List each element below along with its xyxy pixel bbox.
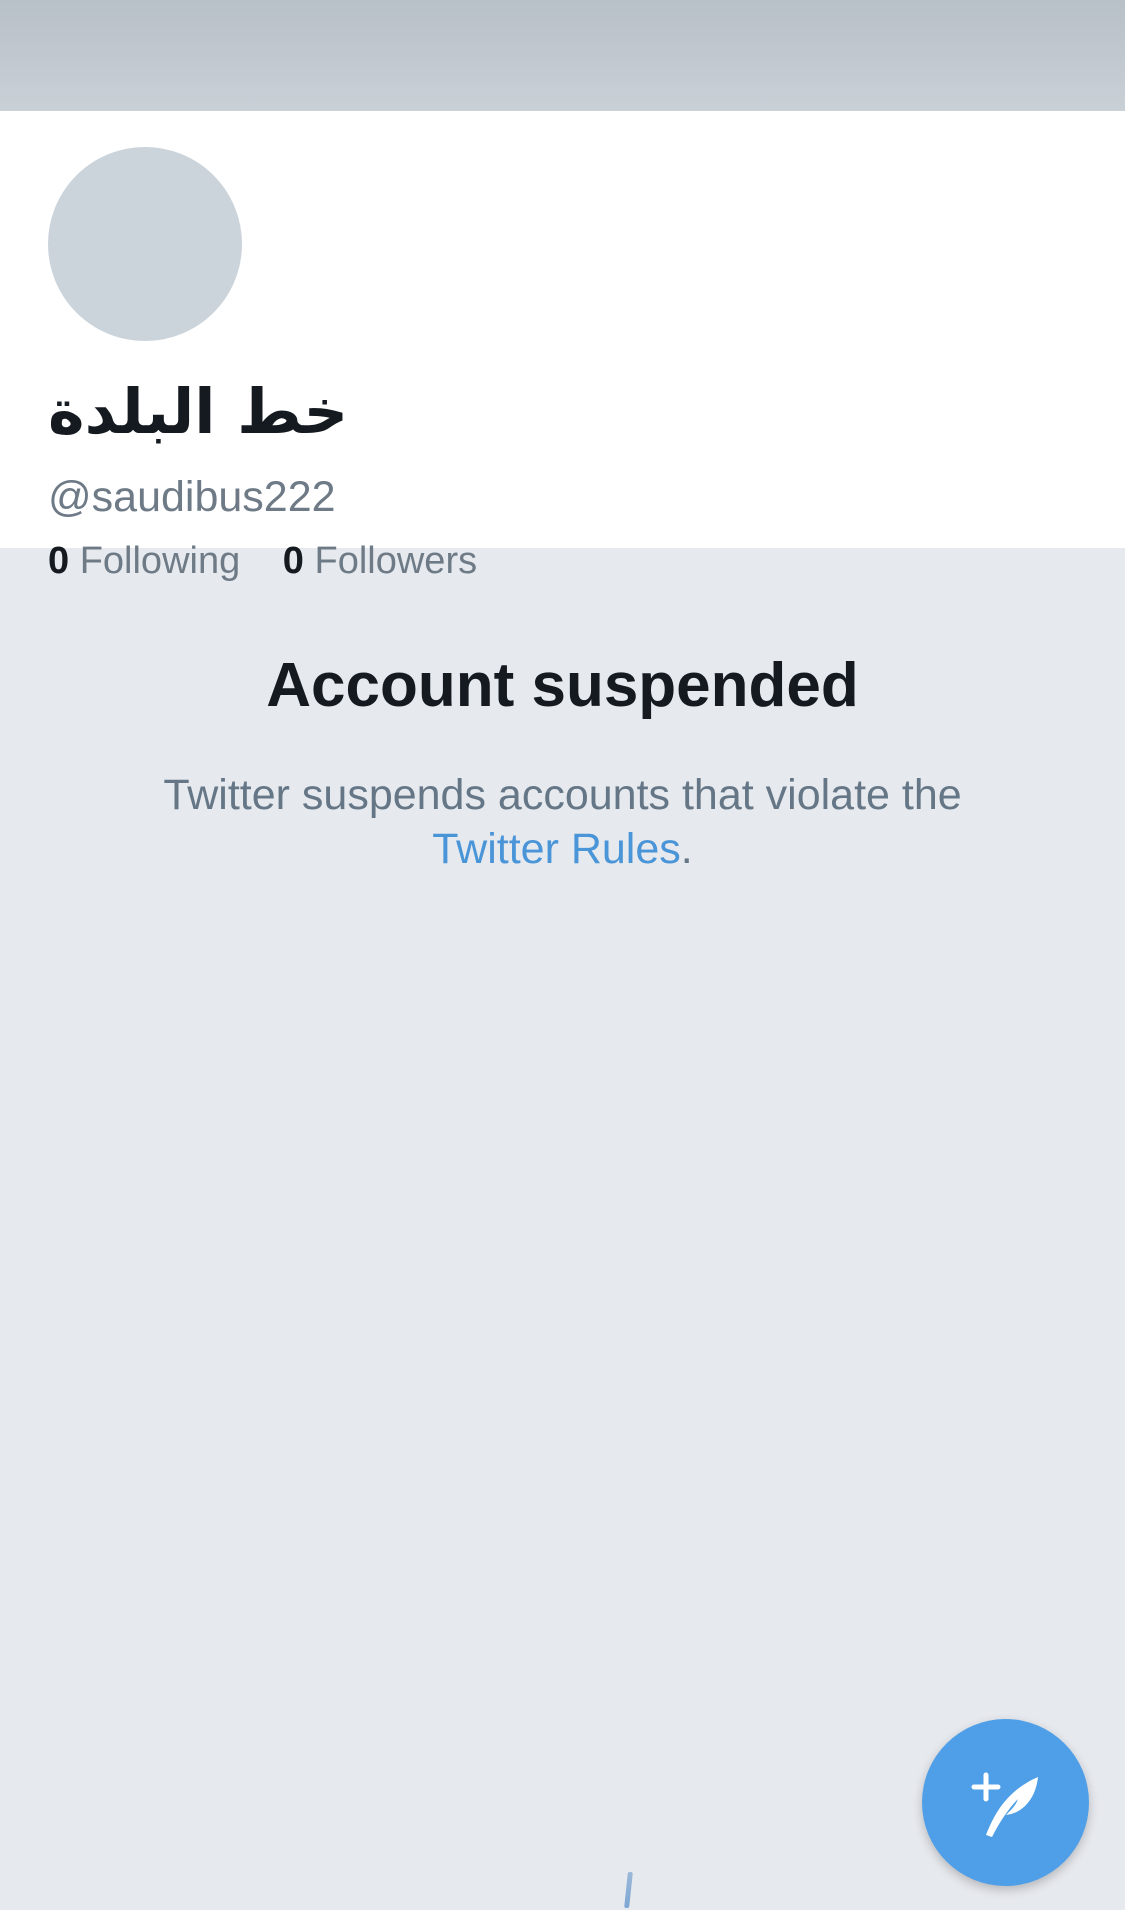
following-count: 0 bbox=[48, 540, 70, 582]
suspension-message-period: . bbox=[680, 825, 693, 873]
profile-stats: 0 Following 0 Followers bbox=[48, 542, 477, 580]
suspension-message: Twitter suspends accounts that violate t… bbox=[100, 768, 1025, 876]
profile-handle: @saudibus222 bbox=[48, 473, 336, 521]
followers-stat[interactable]: 0 Followers bbox=[283, 542, 477, 580]
compose-feather-plus-icon bbox=[971, 1772, 1038, 1837]
twitter-rules-link[interactable]: Twitter Rules bbox=[432, 825, 681, 873]
suspension-title: Account suspended bbox=[266, 651, 859, 720]
scroll-indicator bbox=[624, 1872, 633, 1908]
followers-label: Followers bbox=[314, 540, 478, 582]
profile-banner bbox=[0, 0, 1125, 111]
following-stat[interactable]: 0 Following bbox=[48, 542, 240, 580]
suspension-message-text: Twitter suspends accounts that violate t… bbox=[163, 771, 962, 819]
compose-tweet-button[interactable] bbox=[922, 1719, 1089, 1886]
profile-header: خط البلدة @saudibus222 0 Following 0 Fol… bbox=[0, 111, 1125, 580]
avatar[interactable] bbox=[40, 139, 250, 349]
following-label: Following bbox=[79, 540, 241, 582]
followers-count: 0 bbox=[282, 540, 304, 582]
display-name: خط البلدة bbox=[48, 375, 349, 448]
